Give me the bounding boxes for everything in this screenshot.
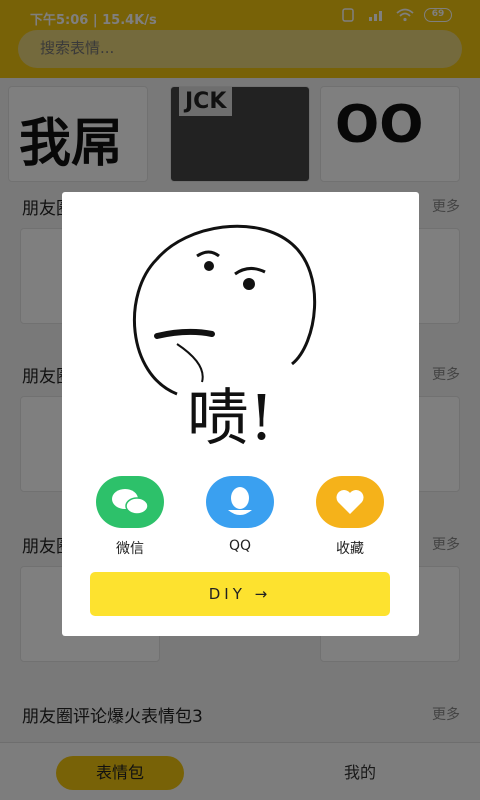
share-dialog: 啧! 微信 QQ 收藏 DIY → bbox=[62, 192, 419, 636]
share-qq-button[interactable]: QQ bbox=[204, 476, 276, 554]
wechat-icon bbox=[96, 476, 164, 528]
sticker-text: 啧! bbox=[187, 381, 274, 454]
sticker-image: 啧! bbox=[132, 224, 317, 454]
share-favorite-button[interactable]: 收藏 bbox=[314, 476, 386, 558]
heart-icon bbox=[316, 476, 384, 528]
diy-button[interactable]: DIY → bbox=[90, 572, 390, 616]
share-label: 收藏 bbox=[336, 541, 364, 557]
share-wechat-button[interactable]: 微信 bbox=[94, 476, 166, 558]
share-label: QQ bbox=[228, 538, 252, 554]
qq-icon bbox=[206, 476, 274, 528]
share-label: 微信 bbox=[116, 541, 144, 557]
